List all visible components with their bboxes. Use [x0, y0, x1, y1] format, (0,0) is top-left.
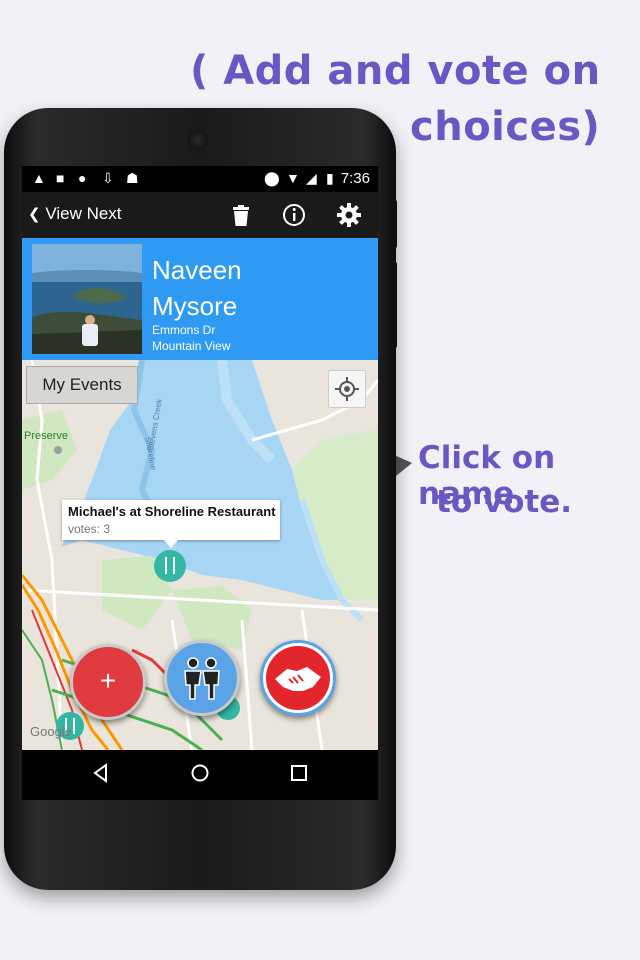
marker-votes: votes: 3 — [68, 522, 111, 536]
gear-icon[interactable] — [336, 202, 362, 228]
profile-photo — [32, 244, 142, 354]
handshake-button[interactable] — [260, 640, 336, 716]
my-location-button[interactable] — [328, 370, 366, 408]
volume-button — [392, 262, 397, 348]
profile-address: Emmons Dr Mountain View — [152, 322, 231, 354]
caption-top-line1: ( Add and vote on — [190, 48, 601, 94]
status-bar: ▲ ■ ● ⇩ ☗ ⬤ ▼ ◢ ▮ 7:36 — [22, 166, 378, 192]
speaker — [188, 130, 208, 150]
profile-last-name: Mysore — [152, 291, 238, 321]
android-icon: ☗ — [126, 170, 139, 186]
profile-first-name: Naveen — [152, 255, 242, 285]
back-button[interactable]: ❮ View Next — [28, 204, 122, 224]
warning-icon: ▲ — [32, 170, 46, 186]
profile-card[interactable]: Naveen Mysore Emmons Dr Mountain View — [22, 238, 378, 360]
marker-info-window[interactable]: Michael's at Shoreline Restaurant votes:… — [62, 500, 280, 548]
video-icon: ■ — [56, 170, 65, 186]
caption-side-line2: to vote. — [436, 484, 573, 520]
download-icon: ⇩ — [102, 170, 114, 186]
trash-icon[interactable] — [228, 202, 254, 228]
signal-icon: ◢ — [306, 170, 317, 186]
my-events-button[interactable]: My Events — [26, 366, 138, 404]
clock: 7:36 — [340, 170, 370, 187]
screen: ▲ ■ ● ⇩ ☗ ⬤ ▼ ◢ ▮ 7:36 ❮ View Next Navee… — [22, 166, 378, 800]
handshake-icon — [275, 667, 321, 691]
action-bar: ❮ View Next — [22, 192, 378, 238]
wifi-icon: ▼ — [286, 170, 300, 186]
crosshair-icon — [335, 377, 359, 401]
back-nav-icon[interactable] — [90, 762, 112, 784]
info-icon[interactable] — [281, 202, 307, 228]
location-icon: ⬤ — [264, 170, 280, 186]
plus-icon: + — [99, 665, 117, 696]
nav-bar — [22, 750, 378, 800]
info-window-tail — [164, 540, 178, 548]
caption-top-line2: choices) — [410, 104, 601, 150]
circle-icon: ● — [78, 170, 87, 186]
power-button — [392, 200, 397, 248]
profile-name: Naveen Mysore — [152, 252, 242, 324]
friends-button[interactable] — [164, 640, 240, 716]
google-logo: Google — [30, 724, 72, 739]
marker-title[interactable]: Michael's at Shoreline Restaurant — [68, 504, 276, 519]
friends-icon — [184, 657, 220, 700]
map-label-preserve: Preserve — [24, 430, 69, 442]
battery-icon: ▮ — [326, 170, 334, 186]
recents-nav-icon[interactable] — [288, 762, 310, 784]
chevron-left-icon: ❮ — [28, 206, 41, 223]
map-view[interactable]: Preserve Stevens Creek Shoreline Google … — [22, 360, 378, 750]
add-button[interactable]: + — [70, 644, 146, 720]
address-city: Mountain View — [152, 339, 231, 353]
home-nav-icon[interactable] — [189, 762, 211, 784]
back-label: View Next — [45, 204, 122, 223]
address-street: Emmons Dr — [152, 323, 216, 337]
